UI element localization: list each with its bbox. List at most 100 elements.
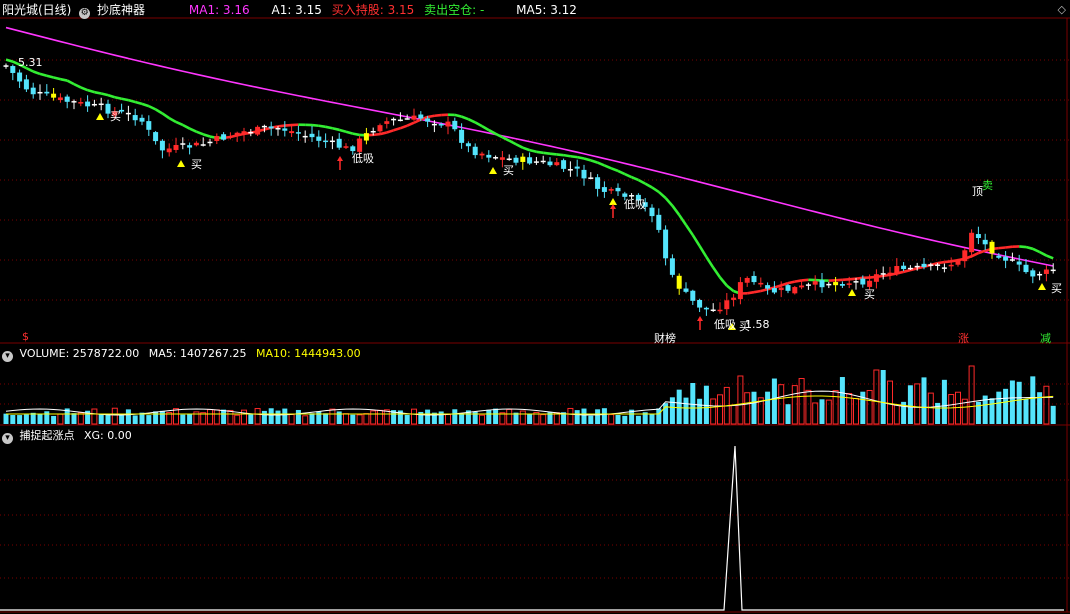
candle-body	[975, 234, 981, 238]
volume-bar	[282, 408, 288, 424]
candle-body	[336, 138, 342, 148]
candle-body	[527, 157, 533, 164]
volume-bar	[703, 385, 709, 424]
buy-triangle-icon	[848, 289, 856, 296]
a1-line-segment	[1032, 247, 1041, 254]
volume-bar	[146, 415, 152, 424]
volume-bar	[309, 413, 315, 424]
candle-body	[520, 156, 526, 162]
candle-body	[261, 125, 267, 128]
diamond-settings-icon[interactable]: ◇	[1058, 3, 1066, 16]
candle-body	[690, 290, 696, 301]
volume-bar	[765, 391, 771, 424]
candle-body	[1003, 256, 1009, 261]
candle-body	[533, 161, 539, 163]
a1-line-segment	[971, 251, 979, 258]
candle-body	[826, 283, 832, 286]
a1-line-segment	[522, 146, 531, 152]
buy-triangle-icon	[1038, 283, 1046, 290]
volume-bar	[880, 370, 886, 424]
candle-body	[676, 275, 682, 289]
candle-body	[853, 281, 859, 283]
volume-bar	[683, 397, 689, 424]
candle-body	[948, 264, 954, 267]
candle-body	[214, 136, 220, 141]
candle-body	[955, 260, 961, 265]
volume-bar	[159, 410, 165, 424]
candle-body	[574, 166, 580, 169]
volume-bar	[506, 408, 513, 425]
a1-line-segment	[379, 131, 388, 136]
volume-bar	[288, 414, 295, 425]
a1-line-segment	[134, 100, 143, 106]
volume-bar	[805, 389, 812, 425]
candle-body	[289, 131, 295, 134]
a1-line-segment	[481, 124, 490, 132]
candle-body	[588, 177, 594, 179]
volume-bar	[57, 413, 64, 425]
a1-line-segment	[617, 169, 626, 176]
candle-body	[17, 72, 23, 82]
a1-line-segment	[386, 129, 395, 134]
candle-body	[561, 160, 567, 169]
indicator-name[interactable]: 抄底神器	[97, 3, 145, 17]
a1-line-segment	[883, 273, 891, 278]
stock-name[interactable]: 阳光城(日线)	[2, 3, 71, 17]
candle-body	[255, 126, 261, 135]
a1-line-segment	[195, 130, 204, 136]
candle-body	[663, 229, 669, 259]
candle-body	[234, 132, 240, 136]
candle-body	[894, 266, 900, 275]
volume-bar	[125, 409, 131, 424]
candle-body	[860, 278, 866, 285]
volume-bar	[615, 415, 621, 424]
settings-circle-icon[interactable]: ▾	[2, 351, 13, 362]
a1-line-segment	[332, 126, 340, 132]
volume-bar	[23, 414, 29, 424]
volume-bar	[173, 408, 179, 425]
volume-bar	[832, 390, 839, 425]
volume-bar	[44, 411, 50, 424]
a1-line-segment	[691, 234, 701, 247]
marker-buy: 买	[1051, 282, 1062, 295]
volume-bar	[608, 414, 615, 425]
candle-body	[969, 232, 975, 253]
marker-dixi: 低吸	[352, 152, 374, 165]
candle-body	[159, 140, 165, 151]
volume-bar	[254, 408, 261, 425]
candle-body	[839, 284, 845, 286]
candle-body	[316, 136, 322, 141]
marker-buy: 买	[191, 158, 202, 171]
settings-circle-icon[interactable]: ⚙	[79, 8, 91, 19]
candle-body	[771, 288, 777, 293]
buy-hold-value: 买入持股: 3.15	[331, 3, 415, 17]
a1-line-segment	[161, 112, 170, 120]
volume-bar	[893, 404, 900, 425]
settings-circle-icon[interactable]: ▾	[2, 433, 13, 444]
candle-body	[1009, 259, 1015, 261]
marker-jian: 减	[1040, 332, 1051, 345]
a1-line-segment	[5, 58, 14, 63]
a1-line-segment	[644, 182, 653, 189]
candle-body	[595, 177, 601, 189]
a1-line-segment	[508, 139, 517, 146]
candle-body	[438, 124, 444, 126]
candle-body	[343, 146, 349, 148]
kline-chart[interactable]	[0, 0, 1070, 614]
volume-ma10: MA10: 1444943.00	[255, 347, 361, 360]
volume-bar	[873, 369, 880, 425]
volume-bar	[649, 413, 655, 424]
candle-body	[608, 189, 614, 191]
candle-body	[282, 128, 288, 131]
candle-body	[363, 133, 369, 141]
a1-line-segment	[529, 148, 537, 154]
volume-bar	[261, 410, 267, 424]
candle-body	[812, 281, 818, 285]
volume-bar	[866, 389, 873, 425]
candle-body	[3, 65, 9, 67]
volume-bar	[71, 413, 77, 424]
volume-bar	[323, 413, 329, 424]
candle-body	[431, 123, 437, 126]
candle-body	[928, 264, 934, 266]
a1-line-segment	[549, 152, 557, 156]
